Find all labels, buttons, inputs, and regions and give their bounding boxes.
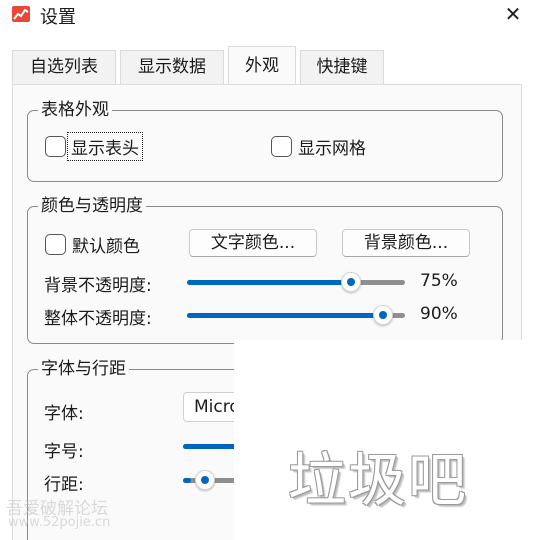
group-title: 字体与行距 xyxy=(38,358,129,380)
color-opacity-group: 颜色与透明度 默认颜色 文字颜色... 背景颜色... 背景不透明度: 75% … xyxy=(27,195,503,344)
checkbox-box[interactable] xyxy=(271,136,292,157)
group-title: 颜色与透明度 xyxy=(38,195,146,217)
watermark-url: www.52pojie.cn xyxy=(8,515,111,530)
show-header-checkbox[interactable]: 显示表头 xyxy=(45,132,143,161)
window-title: 设置 xyxy=(40,7,76,28)
checkbox-label: 显示网格 xyxy=(298,139,366,159)
overall-opacity-value: 90% xyxy=(420,304,458,324)
tab-strip: 自选列表 显示数据 外观 快捷键 xyxy=(0,46,534,84)
title-bar: 设置 ✕ xyxy=(0,0,534,30)
slider-thumb[interactable] xyxy=(341,272,361,292)
line-spacing-label: 行距: xyxy=(44,475,84,495)
show-grid-checkbox[interactable]: 显示网格 xyxy=(271,134,366,159)
font-label: 字体: xyxy=(44,404,84,424)
slider-thumb[interactable] xyxy=(195,470,215,490)
overall-opacity-label: 整体不透明度: xyxy=(44,309,152,329)
checkbox-box[interactable] xyxy=(45,234,66,255)
text-color-button[interactable]: 文字颜色... xyxy=(189,229,317,257)
bg-opacity-label: 背景不透明度: xyxy=(44,276,152,296)
slider-fill xyxy=(187,313,383,318)
bg-opacity-value: 75% xyxy=(420,271,458,291)
font-size-label: 字号: xyxy=(44,442,84,462)
close-button[interactable]: ✕ xyxy=(496,0,530,28)
chart-icon xyxy=(12,6,30,22)
tab-shortcuts[interactable]: 快捷键 xyxy=(300,50,384,84)
checkbox-box[interactable] xyxy=(45,136,66,157)
default-color-checkbox[interactable]: 默认颜色 xyxy=(45,232,140,257)
overall-opacity-slider[interactable] xyxy=(187,305,405,325)
slider-fill xyxy=(187,280,351,285)
slider-fill xyxy=(183,478,191,483)
checkbox-label: 显示表头 xyxy=(67,132,143,161)
tab-watchlist[interactable]: 自选列表 xyxy=(12,50,116,84)
slider-thumb[interactable] xyxy=(373,305,393,325)
checkbox-label: 默认颜色 xyxy=(72,237,140,257)
group-title: 表格外观 xyxy=(38,99,112,121)
table-appearance-group: 表格外观 显示表头 显示网格 xyxy=(27,99,503,182)
bg-color-button[interactable]: 背景颜色... xyxy=(342,229,470,257)
tab-display-data[interactable]: 显示数据 xyxy=(120,50,224,84)
bg-opacity-slider[interactable] xyxy=(187,272,405,292)
overlay-text: 垃圾吧 xyxy=(288,446,469,514)
tab-appearance[interactable]: 外观 xyxy=(228,46,296,84)
